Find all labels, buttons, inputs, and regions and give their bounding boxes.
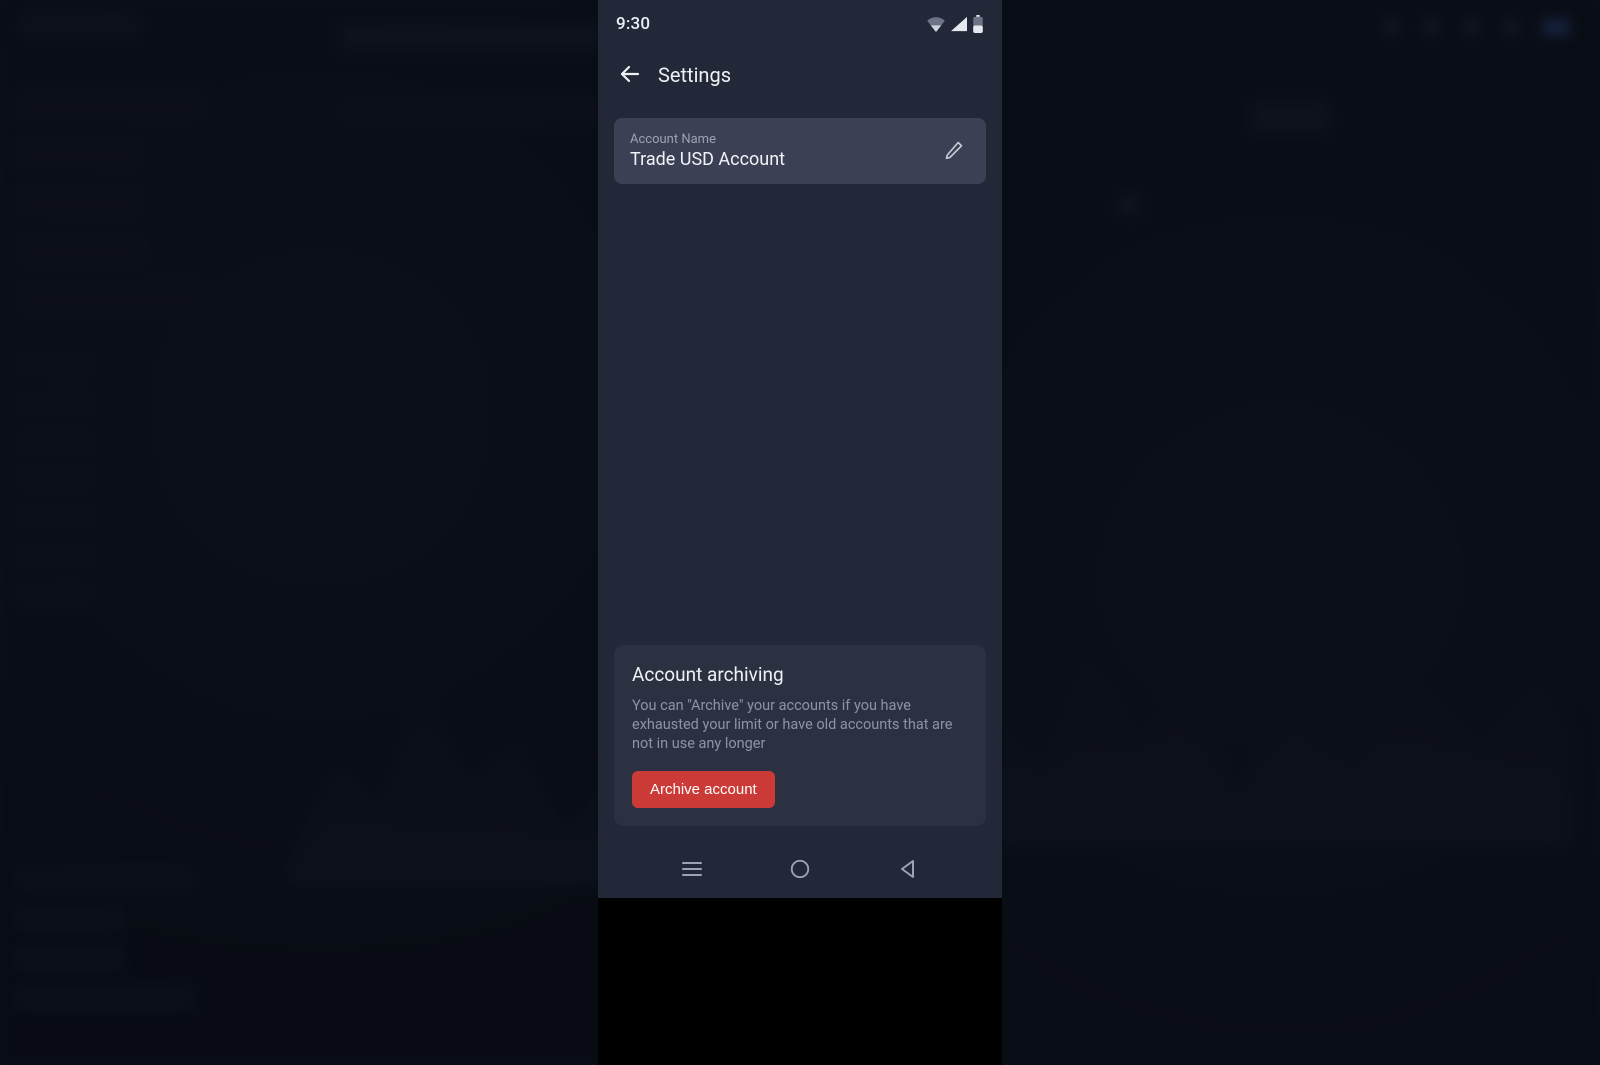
- archiving-description: You can "Archive" your accounts if you h…: [632, 696, 968, 753]
- menu-lines-icon: [681, 860, 703, 881]
- battery-icon: [972, 15, 984, 34]
- circle-icon: [789, 858, 811, 883]
- pencil-icon: [944, 140, 964, 163]
- status-time: 9:30: [616, 14, 650, 34]
- wifi-icon: [926, 16, 946, 32]
- home-button[interactable]: [780, 850, 820, 890]
- mobile-device-frame: 9:30: [598, 0, 1002, 898]
- system-nav-bar: [598, 842, 1002, 898]
- status-bar: 9:30: [598, 0, 1002, 48]
- account-name-label: Account Name: [630, 132, 785, 147]
- device-letterbox: [598, 898, 1002, 1065]
- back-button[interactable]: [616, 61, 644, 89]
- account-archiving-card: Account archiving You can "Archive" your…: [614, 645, 986, 826]
- status-system-icons: [926, 15, 984, 34]
- page-title: Settings: [658, 63, 731, 87]
- recent-apps-button[interactable]: [672, 850, 712, 890]
- arrow-left-icon: [618, 62, 642, 89]
- back-system-button[interactable]: [888, 850, 928, 890]
- triangle-left-icon: [899, 859, 917, 882]
- archive-account-button[interactable]: Archive account: [632, 771, 775, 808]
- account-name-value: Trade USD Account: [630, 149, 785, 170]
- settings-content: Account Name Trade USD Account Account a…: [598, 102, 1002, 842]
- cellular-icon: [950, 16, 968, 32]
- archiving-heading: Account archiving: [632, 663, 968, 686]
- account-name-card: Account Name Trade USD Account: [614, 118, 986, 184]
- edit-account-name-button[interactable]: [938, 135, 970, 167]
- app-bar: Settings: [598, 48, 1002, 102]
